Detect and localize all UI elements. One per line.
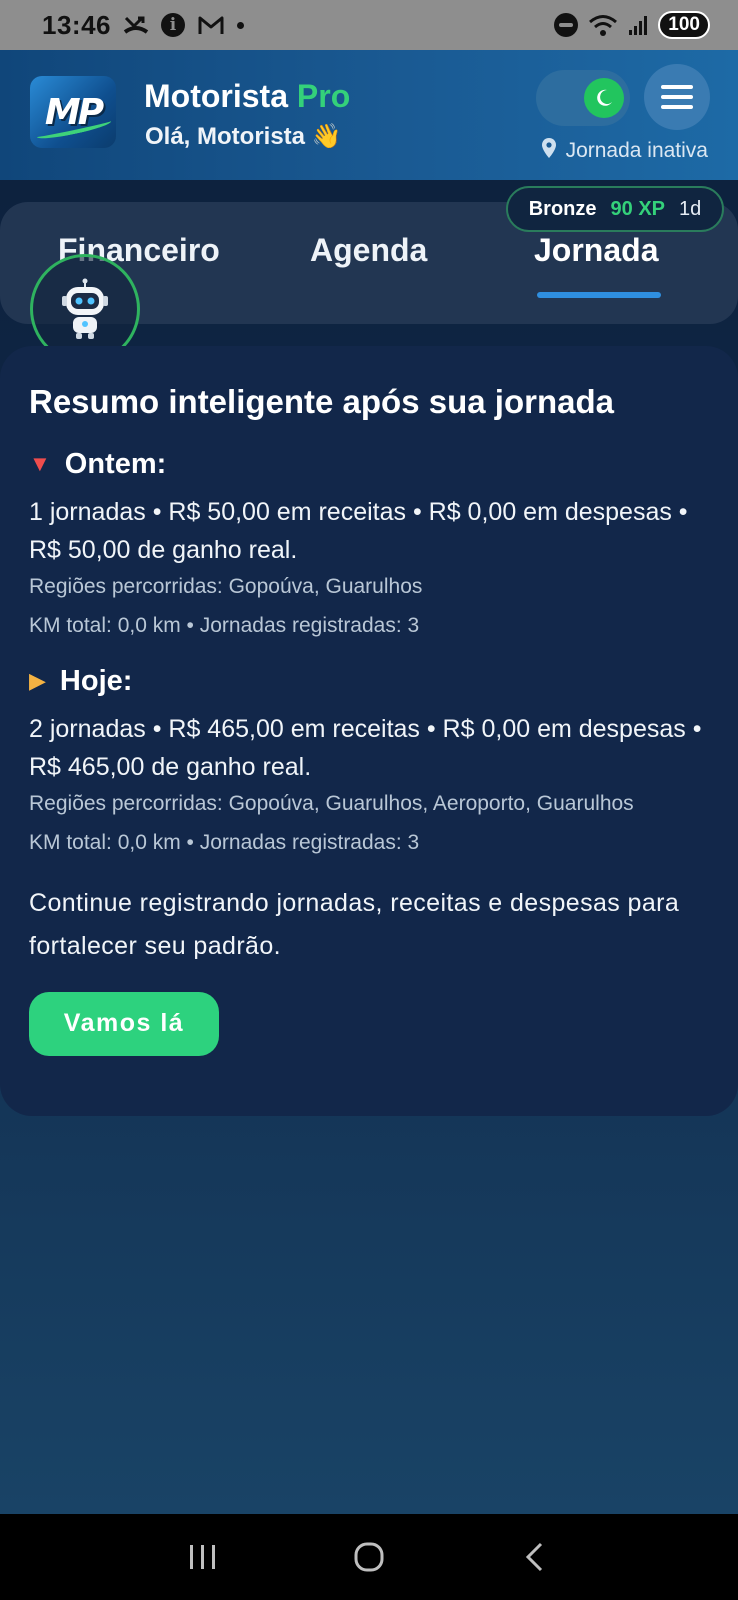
yesterday-km: KM total: 0,0 km • Jornadas registradas:… [29,613,420,637]
status-left: 13:46 i [42,10,244,41]
wifi-icon [588,13,618,37]
app-logo: MP [30,76,116,148]
journey-status-text: Jornada inativa [565,139,708,162]
journey-status: Jornada inativa [541,138,708,164]
brand-suffix: Pro [296,78,351,114]
do-not-disturb-icon [554,13,579,37]
summary-card: Resumo inteligente após sua jornada ▼ On… [0,346,738,1116]
menu-line [661,95,693,99]
hamburger-menu-button[interactable] [644,64,710,130]
closing-message: Continue registrando jornadas, receitas … [29,888,680,960]
back-icon[interactable] [495,1527,575,1587]
dot-icon [237,21,244,29]
robot-icon [62,278,108,339]
missed-call-icon [123,14,149,36]
theme-toggle[interactable] [536,70,630,126]
menu-line [661,105,693,109]
today-section: ▶ Hoje: 2 jornadas • R$ 465,00 em receit… [29,665,709,860]
status-right: 100 [554,11,710,39]
xp-days: 1d [679,197,702,220]
yesterday-heading-text: Ontem: [64,447,167,480]
status-bar: 13:46 i 100 [0,0,738,50]
location-pin-icon [541,138,556,164]
signal-icon [628,14,648,36]
gmail-icon [197,14,225,36]
brand-name: Motorista [144,78,288,114]
system-nav-bar [0,1514,738,1600]
summary-title: Resumo inteligente após sua jornada [29,383,614,420]
status-time: 13:46 [42,9,111,40]
xp-rank: Bronze [528,197,597,220]
xp-badge[interactable]: Bronze 90 XP 1d [506,186,724,232]
yesterday-summary: 1 jornadas • R$ 50,00 em receitas • R$ 0… [29,497,688,564]
yesterday-regions: Regiões percorridas: Gopoúva, Guarulhos [29,574,423,598]
right-triangle-icon: ▶ [29,668,46,694]
today-km: KM total: 0,0 km • Jornadas registradas:… [29,830,420,854]
yesterday-section: ▼ Ontem: 1 jornadas • R$ 50,00 em receit… [29,448,709,643]
battery-icon: 100 [658,11,710,39]
tab-agenda[interactable]: Agenda [310,232,427,269]
yesterday-heading: ▼ Ontem: [29,448,709,481]
today-regions: Regiões percorridas: Gopoúva, Guarulhos,… [29,791,634,815]
active-tab-indicator [537,292,661,298]
home-icon[interactable] [329,1527,409,1587]
brand-title: Motorista Pro [144,78,350,115]
vamos-la-button[interactable]: Vamos lá [29,991,219,1056]
xp-value: 90 XP [610,197,666,220]
today-heading: ▶ Hoje: [29,665,709,698]
menu-line [661,85,693,89]
tab-jornada[interactable]: Jornada [534,232,658,269]
down-triangle-icon: ▼ [29,451,51,477]
moon-icon [584,78,624,118]
today-heading-text: Hoje: [59,664,133,697]
info-icon: i [161,13,185,37]
greeting: Olá, Motorista 👋 [145,123,342,150]
today-summary: 2 jornadas • R$ 465,00 em receitas • R$ … [29,714,702,781]
recents-icon[interactable] [163,1527,243,1587]
app-header: MP Motorista Pro Olá, Motorista 👋 Jornad… [0,50,738,180]
